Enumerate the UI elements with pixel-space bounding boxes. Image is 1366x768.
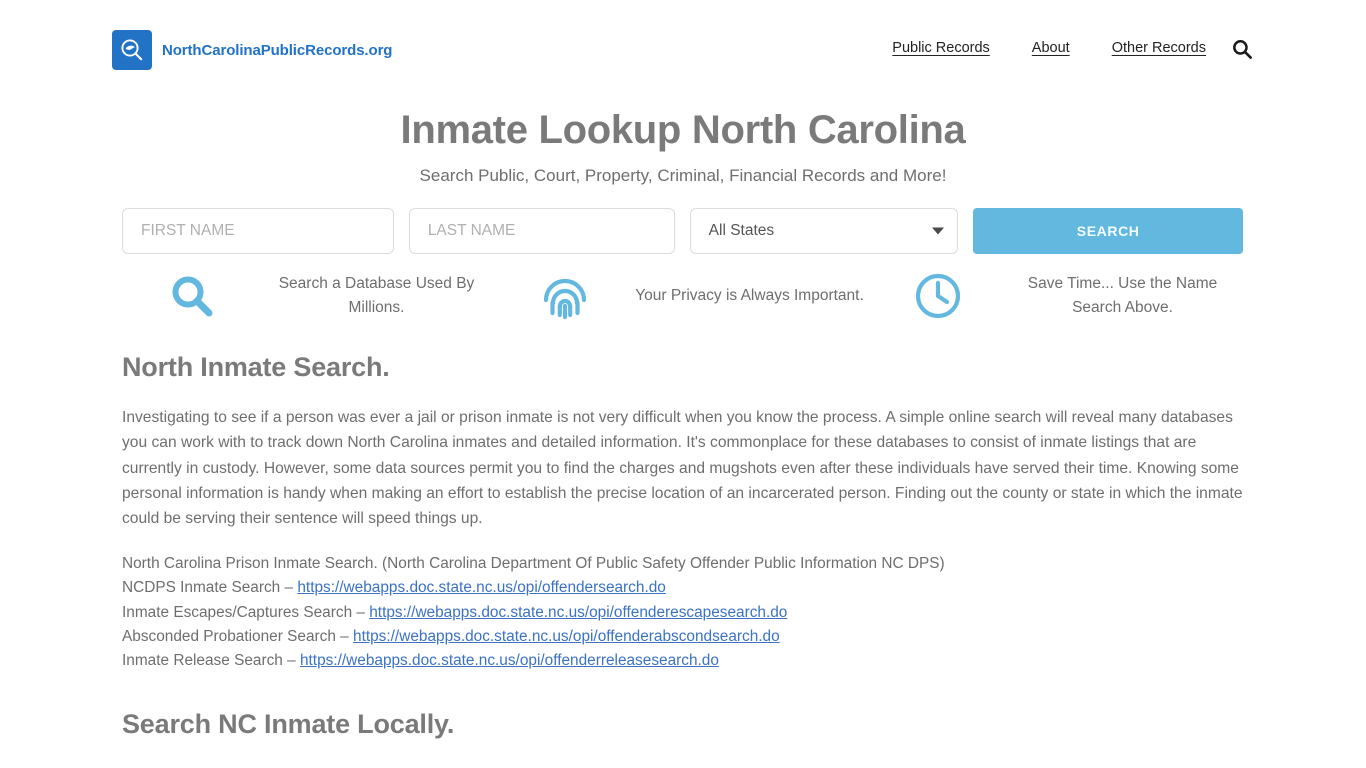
last-name-input[interactable] [408,208,675,254]
hero-section: Inmate Lookup North Carolina Search Publ… [0,98,1366,186]
page-root: NorthCarolinaPublicRecords.org Public Re… [0,0,1366,768]
brand-name: NorthCarolinaPublicRecords.org [162,41,393,59]
feature-highlights: Search a Database Used By Millions. Your… [122,270,1243,322]
feature-label-save-time: Save Time... Use the Name Search Above. [1027,274,1218,316]
intro-paragraph: Investigating to see if a person was eve… [122,409,1243,527]
feature-label-database: Search a Database Used By Millions. [278,274,475,316]
feature-item-save-time: Save Time... Use the Name Search Above. [868,270,1241,322]
link-label-inmate-release: Inmate Release Search – [122,652,300,669]
resource-links: North Carolina Prison Inmate Search. (No… [122,531,1244,673]
link-ncdps-inmate-search[interactable]: https://webapps.doc.state.nc.us/opi/offe… [297,579,665,596]
main-content: North Inmate Search. Investigating to se… [122,352,1244,768]
nav-item-other-records[interactable]: Other Records [1112,40,1206,56]
links-intro: North Carolina Prison Inmate Search. (No… [122,555,945,573]
link-absconded-probationer-search[interactable]: https://webapps.doc.state.nc.us/opi/offe… [353,628,780,645]
search-icon [1231,38,1253,63]
header-search-button[interactable] [1228,36,1256,64]
search-button[interactable]: SEARCH [973,208,1243,254]
local-search-columns: Top Counties. Top Counties. Top Cities. [122,740,1244,768]
magnifier-map-logo-icon [112,30,152,70]
hero-subtitle: Search Public, Court, Property, Criminal… [419,166,947,185]
magnifier-icon [122,272,262,320]
inmate-search-form: All States SEARCH [122,208,1243,254]
section-title-inmate-search: North Inmate Search. [122,352,390,382]
nav-item-about[interactable]: About [1032,40,1070,56]
feature-label-privacy: Your Privacy is Always Important. [635,286,864,304]
brand-logo-link[interactable]: NorthCarolinaPublicRecords.org [112,30,392,70]
link-escapes-captures-search[interactable]: https://webapps.doc.state.nc.us/opi/offe… [369,604,787,621]
first-name-input[interactable] [122,208,394,254]
link-label-ncdps-inmate-search: NCDPS Inmate Search – [122,579,298,597]
main-navigation: Public Records About Other Records [892,40,1206,56]
link-inmate-release-search[interactable]: https://webapps.doc.state.nc.us/opi/offe… [300,652,719,669]
nav-item-public-records[interactable]: Public Records [892,40,990,56]
section-title-search-locally: Search NC Inmate Locally. [122,709,455,740]
link-label-escapes-captures: Inmate Escapes/Captures Search – [122,603,370,621]
clock-icon [868,271,1008,321]
link-label-absconded-probationer: Absconded Probationer Search – [122,627,354,645]
link-row-ncdps-inmate-search: NCDPS Inmate Search – https://webapps.do… [122,576,1244,600]
site-header: NorthCarolinaPublicRecords.org Public Re… [0,0,1366,98]
feature-item-database: Search a Database Used By Millions. [122,270,495,322]
feature-item-privacy: Your Privacy is Always Important. [495,270,868,322]
page-title: Inmate Lookup North Carolina [400,108,966,152]
fingerprint-icon [495,270,635,322]
state-select[interactable]: All States [689,208,959,254]
link-row-absconded-probationer: Absconded Probationer Search – https://w… [122,625,1244,649]
state-select-wrapper: All States [689,208,959,254]
link-row-inmate-release: Inmate Release Search – https://webapps.… [122,649,1244,673]
link-row-escapes-captures: Inmate Escapes/Captures Search – https:/… [122,601,1244,625]
